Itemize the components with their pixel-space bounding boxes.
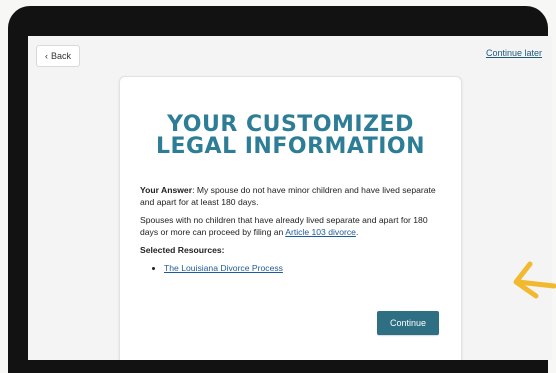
info-text: Spouses with no children that have alrea… bbox=[140, 215, 428, 237]
chevron-left-icon: ‹ bbox=[44, 51, 48, 61]
answer-paragraph: Your Answer: My spouse do not have minor… bbox=[140, 184, 445, 208]
resources-heading: Selected Resources: bbox=[140, 245, 225, 255]
info-end: . bbox=[355, 227, 359, 237]
back-button[interactable]: ‹ Back bbox=[36, 45, 80, 67]
title-line-2: LEGAL INFORMATION bbox=[155, 134, 426, 159]
resource-list: The Louisiana Divorce Process bbox=[140, 262, 445, 274]
back-button-label: Back bbox=[50, 51, 71, 61]
resource-link[interactable]: The Louisiana Divorce Process bbox=[164, 263, 283, 273]
app-screen: ‹ Back Continue later YOUR CUSTOMIZED LE… bbox=[28, 36, 552, 360]
continue-button[interactable]: Continue bbox=[377, 311, 439, 335]
answer-label: Your Answer bbox=[140, 185, 193, 195]
info-paragraph: Spouses with no children that have alrea… bbox=[140, 214, 445, 238]
card-body: Your Answer: My spouse do not have minor… bbox=[140, 184, 445, 274]
arrow-pointer-icon bbox=[513, 261, 556, 299]
continue-later-link[interactable]: Continue later bbox=[486, 48, 542, 58]
page-title: YOUR CUSTOMIZED LEGAL INFORMATION bbox=[120, 114, 461, 158]
title-line-1: YOUR CUSTOMIZED bbox=[167, 112, 414, 137]
article-103-link[interactable]: Article 103 divorce bbox=[285, 227, 356, 237]
list-item: The Louisiana Divorce Process bbox=[164, 262, 445, 274]
legal-info-card: YOUR CUSTOMIZED LEGAL INFORMATION Your A… bbox=[119, 76, 462, 360]
device-frame: ‹ Back Continue later YOUR CUSTOMIZED LE… bbox=[8, 6, 552, 373]
